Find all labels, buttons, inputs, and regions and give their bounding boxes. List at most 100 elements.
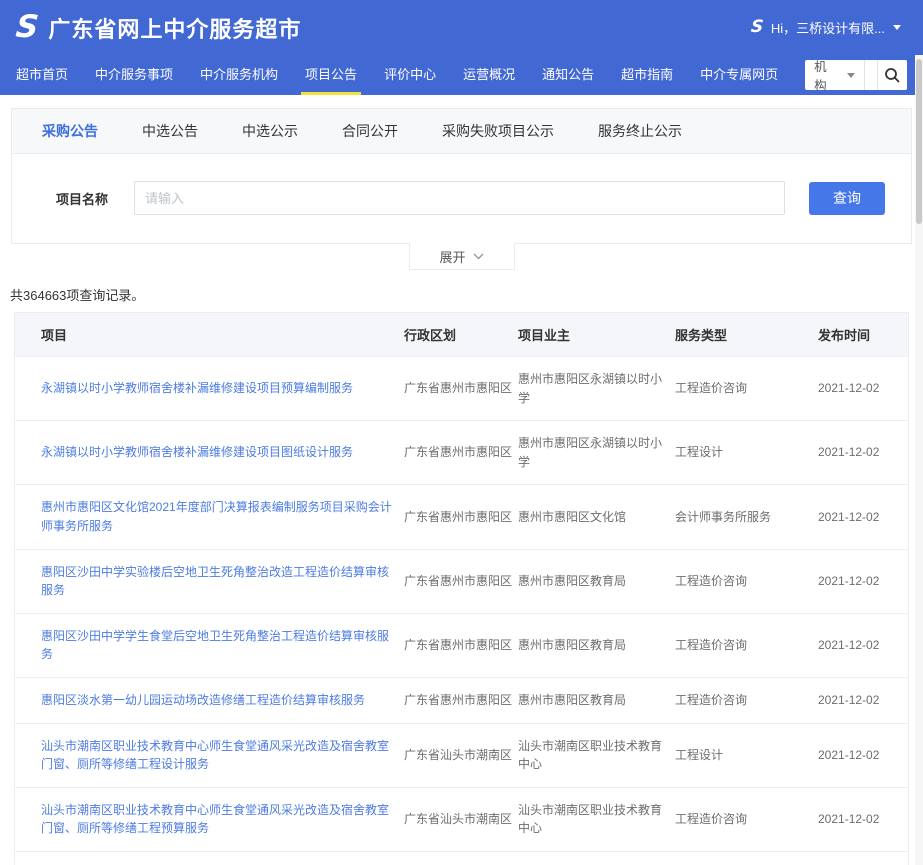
global-search-button[interactable] [877,60,907,90]
expand-label: 展开 [439,247,465,266]
user-greeting: Hi，三桥设计有限... [771,18,885,37]
query-button[interactable]: 查询 [809,182,885,215]
owner-cell: 惠州市惠阳区永湖镇以时小学 [518,421,675,484]
nav-item-service-agencies[interactable]: 中介服务机构 [200,55,278,95]
service-type-cell: 工程设计 [675,430,818,475]
tab-procurement-announcement[interactable]: 采购公告 [42,121,98,141]
user-menu[interactable]: S Hi，三桥设计有限... [751,18,901,37]
vertical-scrollbar [915,55,923,865]
owner-cell: 汕头市潮南区职业技术教育中心 [518,788,675,851]
owner-cell: 惠州市惠阳区教育局 [518,623,675,668]
publish-date-cell: 2021-12-02 [818,559,908,604]
project-link[interactable]: 惠阳区淡水第一幼儿园运动场改造修缮工程造价结算审核服务 [41,693,365,707]
nav-item-evaluation-center[interactable]: 评价中心 [384,55,436,95]
col-header-project: 项目 [15,313,404,356]
user-caret-down-icon [893,25,901,30]
global-search: 机构 [805,60,907,90]
project-link[interactable]: 永湖镇以时小学教师宿舍楼补漏维修建设项目预算编制服务 [41,381,353,395]
tab-contract-disclosure[interactable]: 合同公开 [342,121,398,141]
publish-date-cell: 2021-12-02 [818,495,908,540]
site-title: 广东省网上中介服务超市 [48,12,301,44]
expand-toggle[interactable]: 展开 [409,243,515,270]
owner-cell: 汕头市潮南区司马浦镇大布上居民委员会 [518,852,675,865]
tab-service-termination-publicity[interactable]: 服务终止公示 [598,121,682,141]
table-row: 惠阳区淡水第一幼儿园运动场改造修缮工程造价结算审核服务 广东省惠州市惠阳区 惠州… [15,677,908,723]
service-type-cell: 工程造价咨询 [675,559,818,604]
table-row: 潮南区司马浦镇大布上社区居民委员会大布上小学地面硬化及排水系统建设项目预算服务 … [15,851,908,865]
nav-item-operations-overview[interactable]: 运营概况 [463,55,515,95]
nav-item-project-announcements[interactable]: 项目公告 [305,55,357,95]
publish-date-cell: 2021-12-02 [818,797,908,842]
table-row: 惠阳区沙田中学实验楼后空地卫生死角整治改造工程造价结算审核服务 广东省惠州市惠阳… [15,549,908,613]
project-name-input[interactable] [134,181,785,215]
region-cell: 广东省汕头市潮南区 [404,733,518,778]
filter-row: 项目名称 查询 [12,154,911,243]
service-type-cell: 工程造价咨询 [675,678,818,723]
scrollbar-thumb[interactable] [916,59,922,224]
nav-item-agency-pages[interactable]: 中介专属网页 [700,55,778,95]
nav-item-guide[interactable]: 超市指南 [621,55,673,95]
chevron-down-icon [473,253,484,260]
region-cell: 广东省惠州市惠阳区 [404,623,518,668]
region-cell: 广东省汕头市潮南区 [404,861,518,865]
region-cell: 广东省汕头市潮南区 [404,797,518,842]
project-link[interactable]: 汕头市潮南区职业技术教育中心师生食堂通风采光改造及宿舍教室门窗、厕所等修缮工程预… [41,803,389,836]
publish-date-cell: 2021-12-02 [818,623,908,668]
project-link[interactable]: 永湖镇以时小学教师宿舍楼补漏维修建设项目图纸设计服务 [41,445,353,459]
project-link[interactable]: 惠州市惠阳区文化馆2021年度部门决算报表编制服务项目采购会计师事务所服务 [41,500,392,533]
col-header-publish-date: 发布时间 [818,313,908,356]
region-cell: 广东省惠州市惠阳区 [404,366,518,411]
owner-cell: 惠州市惠阳区教育局 [518,678,675,723]
filter-panel: 采购公告 中选公告 中选公示 合同公开 采购失败项目公示 服务终止公示 项目名称… [11,108,912,244]
nav-item-service-items[interactable]: 中介服务事项 [95,55,173,95]
project-link[interactable]: 汕头市潮南区职业技术教育中心师生食堂通风采光改造及宿舍教室门窗、厕所等修缮工程设… [41,739,389,772]
top-header: S 广东省网上中介服务超市 S Hi，三桥设计有限... [0,0,923,55]
tab-selection-announcement[interactable]: 中选公告 [142,121,198,141]
results-table: 项目 行政区划 项目业主 服务类型 发布时间 永湖镇以时小学教师宿舍楼补漏维修建… [14,312,909,865]
nav-item-notices[interactable]: 通知公告 [542,55,594,95]
table-header-row: 项目 行政区划 项目业主 服务类型 发布时间 [15,313,908,356]
select-caret-down-icon [847,73,855,78]
service-type-cell: 会计师事务所服务 [675,495,818,540]
publish-date-cell: 2021-12-02 [818,430,908,475]
owner-cell: 汕头市潮南区职业技术教育中心 [518,724,675,787]
region-cell: 广东省惠州市惠阳区 [404,430,518,475]
project-link[interactable]: 惠阳区沙田中学学生食堂后空地卫生死角整治工程造价结算审核服务 [41,629,389,662]
region-cell: 广东省惠州市惠阳区 [404,678,518,723]
announcement-tabs: 采购公告 中选公告 中选公示 合同公开 采购失败项目公示 服务终止公示 [12,109,911,154]
tab-selection-publicity[interactable]: 中选公示 [242,121,298,141]
service-type-cell: 工程造价咨询 [675,366,818,411]
col-header-service-type: 服务类型 [675,313,818,356]
search-category-select[interactable]: 机构 [805,60,865,90]
table-row: 永湖镇以时小学教师宿舍楼补漏维修建设项目预算编制服务 广东省惠州市惠阳区 惠州市… [15,356,908,420]
owner-cell: 惠州市惠阳区永湖镇以时小学 [518,357,675,420]
region-cell: 广东省惠州市惠阳区 [404,559,518,604]
nav-item-home[interactable]: 超市首页 [16,55,68,95]
owner-cell: 惠州市惠阳区文化馆 [518,495,675,540]
global-search-input[interactable] [865,60,877,90]
table-row: 汕头市潮南区职业技术教育中心师生食堂通风采光改造及宿舍教室门窗、厕所等修缮工程预… [15,787,908,851]
site-logo-icon: S [14,12,40,43]
service-type-cell: 工程造价咨询 [675,797,818,842]
result-count: 共364663项查询记录。 [10,285,913,304]
publish-date-cell: 2021-12-02 [818,861,908,865]
service-type-cell: 工程设计 [675,733,818,778]
search-category-value: 机构 [814,60,831,90]
search-icon [884,67,901,84]
region-cell: 广东省惠州市惠阳区 [404,495,518,540]
col-header-region: 行政区划 [404,313,518,356]
table-row: 永湖镇以时小学教师宿舍楼补漏维修建设项目图纸设计服务 广东省惠州市惠阳区 惠州市… [15,420,908,484]
publish-date-cell: 2021-12-02 [818,678,908,723]
user-logo-icon: S [750,19,764,36]
owner-cell: 惠州市惠阳区教育局 [518,559,675,604]
publish-date-cell: 2021-12-02 [818,366,908,411]
project-link[interactable]: 惠阳区沙田中学实验楼后空地卫生死角整治改造工程造价结算审核服务 [41,565,389,598]
col-header-owner: 项目业主 [518,313,675,356]
main-nav: 超市首页 中介服务事项 中介服务机构 项目公告 评价中心 运营概况 通知公告 超… [0,55,923,95]
table-row: 汕头市潮南区职业技术教育中心师生食堂通风采光改造及宿舍教室门窗、厕所等修缮工程设… [15,723,908,787]
table-row: 惠阳区沙田中学学生食堂后空地卫生死角整治工程造价结算审核服务 广东省惠州市惠阳区… [15,613,908,677]
service-type-cell: 工程造价咨询 [675,861,818,865]
tab-failed-procurement-publicity[interactable]: 采购失败项目公示 [442,121,554,141]
service-type-cell: 工程造价咨询 [675,623,818,668]
project-name-label: 项目名称 [56,189,108,208]
